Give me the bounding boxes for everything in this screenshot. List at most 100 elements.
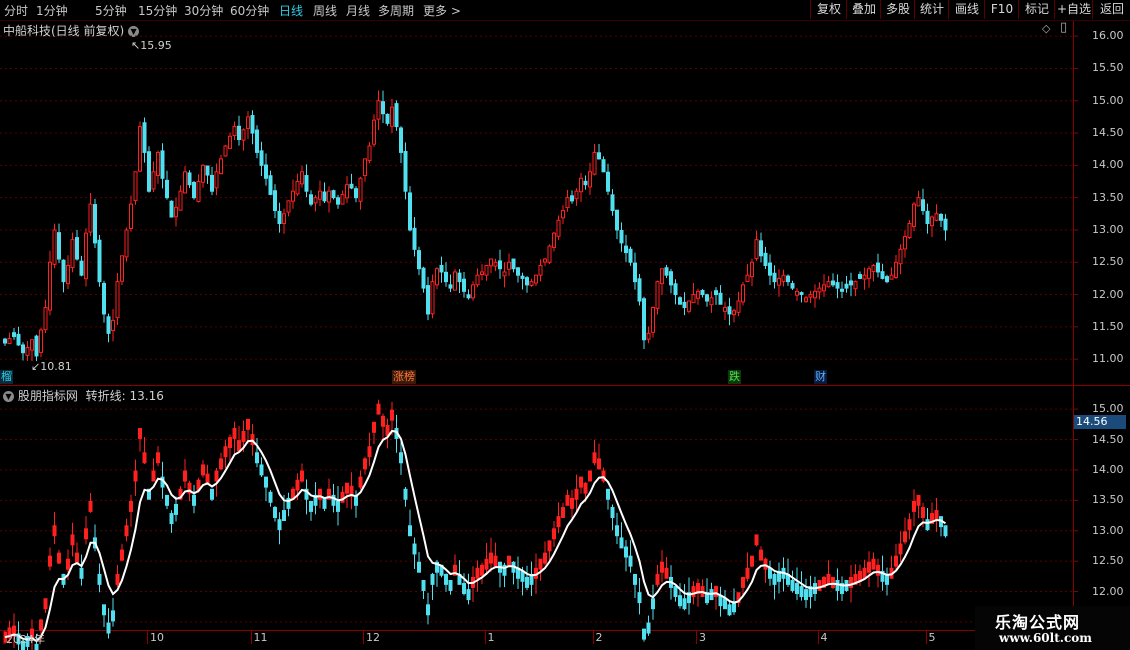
candle-body: [412, 227, 417, 250]
indicator-bar: [223, 446, 228, 458]
indicator-bar: [444, 573, 448, 585]
event-tag-drop[interactable]: 跌: [728, 370, 741, 384]
event-tag-0[interactable]: 榴: [0, 370, 13, 384]
candle-body: [597, 152, 601, 160]
month-label: 2024年: [6, 633, 45, 646]
indicator-bar: [232, 427, 237, 439]
candle-body: [151, 171, 156, 190]
candle-body: [264, 164, 268, 179]
candle-body: [439, 264, 444, 273]
indicator-bar: [295, 479, 300, 491]
candle-body: [867, 268, 871, 279]
candle-body: [588, 171, 592, 188]
indicator-bar: [48, 555, 52, 567]
indicator-tick-label: 12.50: [1092, 554, 1124, 568]
candle-body: [430, 281, 435, 315]
candle-body: [610, 194, 615, 212]
indicator-bar: [66, 558, 70, 570]
indicator-bar: [133, 470, 138, 482]
indicator-bar: [921, 507, 925, 518]
indicator-bar: [750, 555, 754, 567]
candle-body: [444, 271, 448, 283]
candle-body: [147, 151, 151, 192]
candle-body: [871, 264, 876, 273]
candle-body: [925, 210, 930, 224]
candle-body: [322, 191, 327, 202]
main-axis-line: [1073, 21, 1074, 385]
candle-body: [12, 332, 16, 338]
event-tag-finance[interactable]: 财: [814, 370, 827, 384]
month-label: 3: [699, 631, 706, 644]
candle-body: [750, 261, 754, 278]
candle-body: [327, 190, 331, 203]
event-tag-limit-board[interactable]: 涨榜: [392, 370, 416, 384]
watermark: 乐淘公式网 www.60lt.com: [975, 606, 1130, 650]
candle-body: [129, 203, 133, 230]
indicator-bar: [903, 531, 907, 543]
candle-body: [304, 175, 309, 192]
candle-body: [165, 179, 169, 199]
candle-body: [174, 206, 178, 218]
candle-body: [21, 344, 25, 354]
candle-body: [381, 101, 385, 115]
price-tick-label: 15.00: [1092, 93, 1124, 107]
candle-body: [687, 300, 691, 312]
candle-body: [3, 338, 7, 344]
candle-body: [340, 193, 345, 205]
candle-body: [799, 292, 804, 296]
candle-body: [255, 129, 259, 153]
chevron-down-icon[interactable]: ▼: [3, 391, 14, 402]
indicator-title: ▼ 股朋指标网 转折线: 13.16: [3, 387, 164, 404]
indicator-bar: [493, 555, 498, 567]
indicator-bar: [651, 598, 655, 610]
candle-body: [921, 199, 925, 212]
candle-body: [88, 203, 93, 233]
indicator-bar: [642, 628, 646, 640]
indicator-bar: [637, 592, 642, 604]
indicator-bar: [790, 580, 795, 591]
candle-body: [336, 197, 340, 205]
candle-body: [903, 235, 907, 250]
indicator-bar: [165, 494, 169, 506]
candle-body: [817, 287, 822, 293]
indicator-bar: [201, 464, 205, 476]
indicator-bar: [39, 619, 43, 631]
candle-body: [912, 203, 916, 227]
candle-body: [768, 262, 772, 276]
indicator-bar: [336, 500, 340, 512]
candle-body: [763, 252, 768, 266]
candle-body: [124, 229, 129, 258]
indicator-bar: [183, 470, 187, 482]
candle-body: [160, 150, 165, 179]
candle-body: [75, 237, 79, 260]
candle-body: [210, 174, 214, 192]
candle-body: [646, 332, 651, 340]
indicator-bar: [619, 537, 624, 549]
month-tick: [147, 630, 148, 644]
indicator-bar: [318, 488, 322, 500]
candle-body: [282, 213, 286, 224]
candle-body: [115, 281, 120, 319]
indicator-bar: [480, 564, 484, 576]
candle-body: [511, 258, 516, 270]
indicator-bar: [259, 464, 264, 476]
indicator-bar: [210, 488, 214, 500]
indicator-bar: [691, 586, 696, 598]
indicator-bar: [241, 431, 246, 442]
candle-body: [277, 210, 282, 224]
indicator-bar: [255, 452, 259, 464]
candle-body: [192, 181, 196, 199]
candle-body: [205, 165, 210, 176]
high-price-label: ↖15.95: [131, 39, 172, 52]
candle-body: [705, 294, 709, 302]
indicator-bar: [363, 458, 367, 470]
candle-body: [466, 294, 471, 299]
month-label: 10: [150, 631, 164, 644]
candle-body: [673, 283, 678, 296]
candle-body: [475, 274, 480, 286]
candle-body: [718, 292, 723, 305]
indicator-bar: [448, 580, 453, 591]
candle-body: [624, 245, 628, 254]
indicator-bar: [111, 610, 115, 622]
candle-body: [795, 290, 799, 296]
